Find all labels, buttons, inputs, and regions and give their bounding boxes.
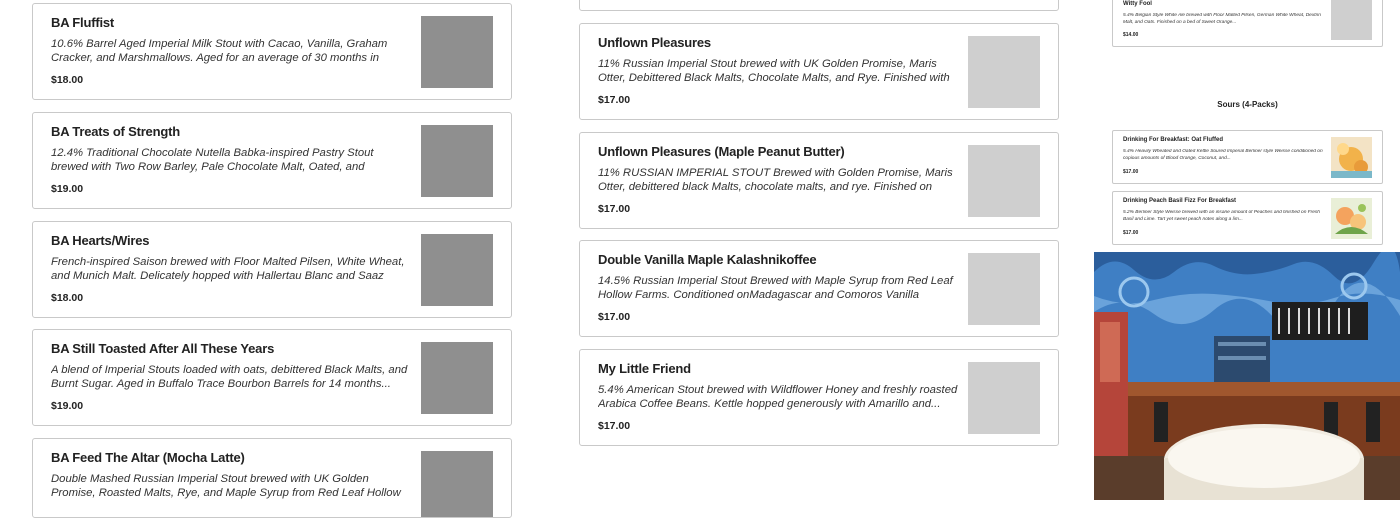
item-description: 14.5% Russian Imperial Stout Brewed with…: [598, 275, 953, 301]
item-description: French-inspired Saison brewed with Floor…: [51, 256, 405, 282]
peach-basil-can-image: [1331, 198, 1372, 239]
item-thumbnail: [421, 234, 493, 306]
item-price: $17.00: [598, 311, 631, 323]
menu-item-card[interactable]: BA Feed The Altar (Mocha Latte) Double M…: [32, 438, 512, 518]
menu-item-card[interactable]: Double Vanilla Maple Kalashnikoffee 14.5…: [579, 240, 1059, 337]
item-thumbnail: [968, 36, 1040, 108]
menu-item-card[interactable]: BA Still Toasted After All These Years A…: [32, 329, 512, 426]
item-description: 12.4% Traditional Chocolate Nutella Babk…: [51, 147, 374, 173]
item-name: Witty Fool: [1123, 1, 1152, 7]
item-description: 5.2% Berliner Style Weisse brewed with a…: [1123, 210, 1320, 222]
item-name: My Little Friend: [598, 361, 691, 376]
item-thumbnail: [421, 342, 493, 414]
section-title: Sours (4-Packs): [1217, 100, 1278, 109]
menu-item-card[interactable]: Unflown Pleasures (Maple Peanut Butter) …: [579, 132, 1059, 229]
menu-item-card[interactable]: BA Fluffist 10.6% Barrel Aged Imperial M…: [32, 3, 512, 100]
item-thumbnail: [968, 145, 1040, 217]
item-thumbnail: [968, 253, 1040, 325]
menu-item-card-small[interactable]: Witty Fool 5.4% Belgian Style White Ale …: [1112, 0, 1383, 47]
item-name: BA Treats of Strength: [51, 124, 180, 139]
item-description: Double Mashed Russian Imperial Stout bre…: [51, 473, 401, 499]
item-name: BA Feed The Altar (Mocha Latte): [51, 450, 245, 465]
menu-item-card[interactable]: BA Hearts/Wires French-inspired Saison b…: [32, 221, 512, 318]
menu-item-card[interactable]: Unflown Pleasures 11% Russian Imperial S…: [579, 23, 1059, 120]
item-description: 11% RUSSIAN IMPERIAL STOUT Brewed with G…: [598, 167, 953, 193]
item-price: $14.00: [1123, 32, 1139, 38]
item-description: 5.4% Belgian Style White Ale brewed with…: [1123, 13, 1321, 25]
taproom-photo: [1094, 252, 1400, 500]
item-price: $17.00: [598, 94, 631, 106]
item-thumbnail: [421, 16, 493, 88]
menu-item-card-partial[interactable]: [579, 0, 1059, 11]
item-thumbnail: [421, 125, 493, 197]
item-price: $17.00: [1123, 169, 1139, 175]
item-description: 10.6% Barrel Aged Imperial Milk Stout wi…: [51, 38, 388, 64]
menu-item-card[interactable]: BA Treats of Strength 12.4% Traditional …: [32, 112, 512, 209]
item-thumbnail: [1331, 0, 1372, 40]
item-thumbnail: [421, 451, 493, 517]
item-price: $19.00: [51, 400, 84, 412]
item-name: BA Still Toasted After All These Years: [51, 341, 275, 356]
menu-item-card-small[interactable]: Drinking For Breakfast: Oat Fluffed 5.4%…: [1112, 130, 1383, 184]
item-description: 11% Russian Imperial Stout brewed with U…: [598, 58, 950, 84]
oat-fluffed-can-image: [1331, 137, 1372, 178]
item-price: $17.00: [598, 203, 631, 215]
item-name: Unflown Pleasures (Maple Peanut Butter): [598, 144, 845, 159]
item-price: $17.00: [598, 420, 631, 432]
item-name: Double Vanilla Maple Kalashnikoffee: [598, 252, 817, 267]
item-description: 5.4% American Stout brewed with Wildflow…: [598, 384, 958, 410]
item-name: BA Hearts/Wires: [51, 233, 150, 248]
item-price: $17.00: [1123, 230, 1139, 236]
item-name: Unflown Pleasures: [598, 35, 711, 50]
item-name: Drinking For Breakfast: Oat Fluffed: [1123, 137, 1224, 143]
item-description: 5.4% Heavily Wheated and Oated Kettle So…: [1123, 149, 1323, 161]
item-price: $19.00: [51, 183, 84, 195]
item-price: $18.00: [51, 292, 84, 304]
item-description: A blend of Imperial Stouts loaded with o…: [51, 364, 408, 390]
item-name: Drinking Peach Basil Fizz For Breakfast: [1123, 198, 1237, 204]
item-thumbnail: [968, 362, 1040, 434]
menu-item-card-small[interactable]: Drinking Peach Basil Fizz For Breakfast …: [1112, 191, 1383, 245]
item-price: $18.00: [51, 74, 84, 86]
item-name: BA Fluffist: [51, 15, 115, 30]
menu-item-card[interactable]: My Little Friend 5.4% American Stout bre…: [579, 349, 1059, 446]
